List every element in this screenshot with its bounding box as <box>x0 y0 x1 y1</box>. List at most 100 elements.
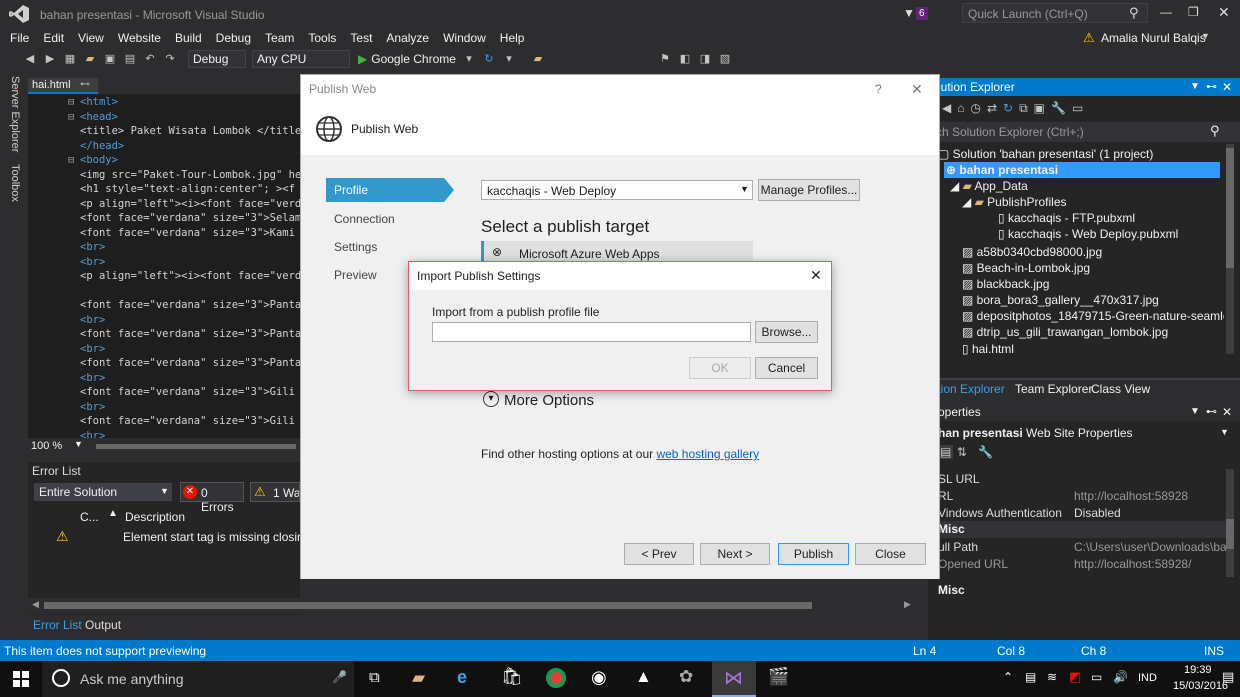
store-icon[interactable]: 🛍 <box>501 667 523 687</box>
chevron-down-icon[interactable]: ▼ <box>1190 78 1200 96</box>
video-editor-icon[interactable]: 🎬 <box>768 667 789 687</box>
user-name[interactable]: Amalia Nurul Balqis <box>1101 31 1206 45</box>
tree-file[interactable]: ▨ depositphotos_18479715-Green-nature-se… <box>962 308 1224 324</box>
antivirus-icon[interactable]: ◩ <box>1069 669 1081 685</box>
scope-select[interactable]: Entire Solution <box>34 483 172 501</box>
menu-analyze[interactable]: Analyze <box>379 29 436 47</box>
edge-icon[interactable]: e <box>457 667 467 688</box>
tree-file[interactable]: ▨ dtrip_us_gili_trawangan_lombok.jpg <box>962 324 1168 340</box>
nav-profile[interactable]: Profile <box>326 178 444 202</box>
menu-view[interactable]: View <box>71 29 111 47</box>
volume-icon[interactable]: 🔊 <box>1113 670 1128 684</box>
tab-class-view[interactable]: Class View <box>1091 382 1150 396</box>
clock-time[interactable]: 19:39 <box>1184 664 1212 676</box>
tree-publish-profiles[interactable]: ◢ ▰ PublishProfiles <box>962 194 1067 210</box>
bookmark-icon[interactable]: ⚑ <box>658 52 672 66</box>
profile-select[interactable]: kacchaqis - Web Deploy ▼ <box>481 180 753 200</box>
tree-app-data[interactable]: ◢ ▰ App_Data <box>950 178 1028 194</box>
manage-profiles-button[interactable]: Manage Profiles... <box>758 179 860 201</box>
nav-connection[interactable]: Connection <box>326 207 444 231</box>
tree-file[interactable]: ▨ Beach-in-Lombok.jpg <box>962 260 1090 276</box>
properties-object[interactable]: han presentasi Web Site Properties <box>938 426 1133 440</box>
server-explorer-tab[interactable]: Server Explorer <box>9 76 21 152</box>
zoom-level[interactable]: 100 % <box>31 440 62 452</box>
vertical-scrollbar[interactable] <box>1226 469 1234 577</box>
tree-file[interactable]: ▨ blackback.jpg <box>962 276 1049 292</box>
browser-select[interactable]: Google Chrome <box>371 52 456 66</box>
visual-studio-taskbar-button[interactable]: ⋈ <box>712 661 756 697</box>
tree-ftp-pubxml[interactable]: ▯ kacchaqis - FTP.pubxml <box>998 210 1135 226</box>
chevron-down-icon[interactable]: ▼ <box>1220 427 1229 437</box>
battery-icon[interactable]: ▭ <box>1091 670 1102 684</box>
tree-webdeploy-pubxml[interactable]: ▯ kacchaqis - Web Deploy.pubxml <box>998 226 1178 242</box>
sync-icon[interactable]: ⇄ <box>987 101 997 115</box>
categorized-icon[interactable]: ▤ <box>938 445 954 459</box>
pin-icon[interactable]: ⊷ <box>1206 78 1217 96</box>
chevron-down-icon[interactable]: ▼ <box>1201 31 1210 41</box>
tree-file[interactable]: ▨ bora_bora3_gallery__470x317.jpg <box>962 292 1159 308</box>
chevron-down-icon[interactable]: ▾ <box>502 52 516 66</box>
vertical-scrollbar[interactable] <box>1226 144 1234 354</box>
publish-button[interactable]: Publish <box>778 543 849 565</box>
refresh-icon[interactable]: ↻ <box>1003 101 1013 115</box>
menu-debug[interactable]: Debug <box>209 29 258 47</box>
undo-icon[interactable]: ↶ <box>143 52 157 66</box>
cancel-button[interactable]: Cancel <box>755 357 818 379</box>
close-button[interactable]: Close <box>855 543 926 565</box>
pin-icon[interactable]: ⊷ <box>80 79 90 90</box>
prop-value[interactable]: C:\Users\user\Downloads\bah <box>1074 540 1234 554</box>
show-all-icon[interactable]: ▣ <box>1034 101 1045 115</box>
prop-value[interactable]: Disabled <box>1074 506 1121 520</box>
error-row-description[interactable]: Element start tag is missing closing a <box>123 530 300 544</box>
tree-solution[interactable]: ▢ Solution 'bahan presentasi' (1 project… <box>938 146 1153 162</box>
nav-settings[interactable]: Settings <box>326 235 444 259</box>
notifications-icon[interactable]: ▤ <box>1222 669 1234 685</box>
profile-file-input[interactable] <box>432 322 751 342</box>
menu-help[interactable]: Help <box>493 29 532 47</box>
web-hosting-gallery-link[interactable]: web hosting gallery <box>656 447 759 461</box>
pin-icon[interactable]: ⊷ <box>1206 403 1217 421</box>
cortana-search-box[interactable]: Ask me anything 🎤 <box>42 661 354 697</box>
close-dialog-button[interactable]: ✕ <box>810 267 822 284</box>
next-button[interactable]: Next > <box>700 543 770 565</box>
platform-select[interactable]: Any CPU <box>252 50 350 68</box>
bookmark-clear-icon[interactable]: ▧ <box>718 52 732 66</box>
wifi-icon[interactable]: ≋ <box>1047 670 1057 684</box>
clock-date[interactable]: 15/03/2016 <box>1173 680 1228 692</box>
collapse-icon[interactable]: ⧉ <box>1019 101 1028 116</box>
property-pages-icon[interactable]: 🔧 <box>978 445 993 459</box>
media-player-icon[interactable]: ◉ <box>591 667 607 688</box>
play-icon[interactable]: ▶ <box>358 52 367 66</box>
close-window-button[interactable]: ✕ <box>1218 4 1230 21</box>
back-icon[interactable]: ◀ <box>942 101 951 115</box>
horizontal-scrollbar[interactable] <box>96 444 296 449</box>
chevron-down-icon[interactable]: ▾ <box>483 391 499 407</box>
toolbox-tab[interactable]: Toolbox <box>9 164 21 202</box>
forward-icon[interactable]: ▶ <box>43 52 57 66</box>
windows-start-icon[interactable] <box>13 671 29 687</box>
menu-edit[interactable]: Edit <box>36 29 71 47</box>
more-options-toggle[interactable]: More Options <box>504 392 594 409</box>
scroll-right-icon[interactable]: ▶ <box>904 599 911 610</box>
app-icon[interactable]: ✿ <box>679 667 693 687</box>
warnings-filter-button[interactable]: ⚠ 1 Warn <box>250 482 300 502</box>
save-all-icon[interactable]: ▤ <box>123 52 137 66</box>
tab-output[interactable]: Output <box>85 618 121 632</box>
back-icon[interactable]: ◀ <box>23 52 37 66</box>
category-row[interactable]: Misc <box>928 521 1228 538</box>
fold-marker-icon[interactable]: ⊟ <box>68 154 74 166</box>
menu-website[interactable]: Website <box>111 29 168 47</box>
history-icon[interactable]: ◷ <box>970 101 980 115</box>
filter-icon[interactable]: ▼ <box>903 6 915 20</box>
tree-file[interactable]: ▯ hai.html <box>962 341 1014 357</box>
panel-scrollbar[interactable] <box>44 602 812 609</box>
quick-launch-input[interactable]: Quick Launch (Ctrl+Q) ⚲ <box>962 3 1148 23</box>
prop-value[interactable]: http://localhost:58928/ <box>1074 557 1191 571</box>
scroll-left-icon[interactable]: ◀ <box>32 599 39 610</box>
close-icon[interactable]: ✕ <box>1222 78 1232 96</box>
menu-test[interactable]: Test <box>343 29 379 47</box>
menu-window[interactable]: Window <box>436 29 493 47</box>
preview-icon[interactable]: ▭ <box>1072 101 1083 115</box>
minimize-button[interactable]: — <box>1160 5 1172 19</box>
bookmark-next-icon[interactable]: ◨ <box>698 52 712 66</box>
